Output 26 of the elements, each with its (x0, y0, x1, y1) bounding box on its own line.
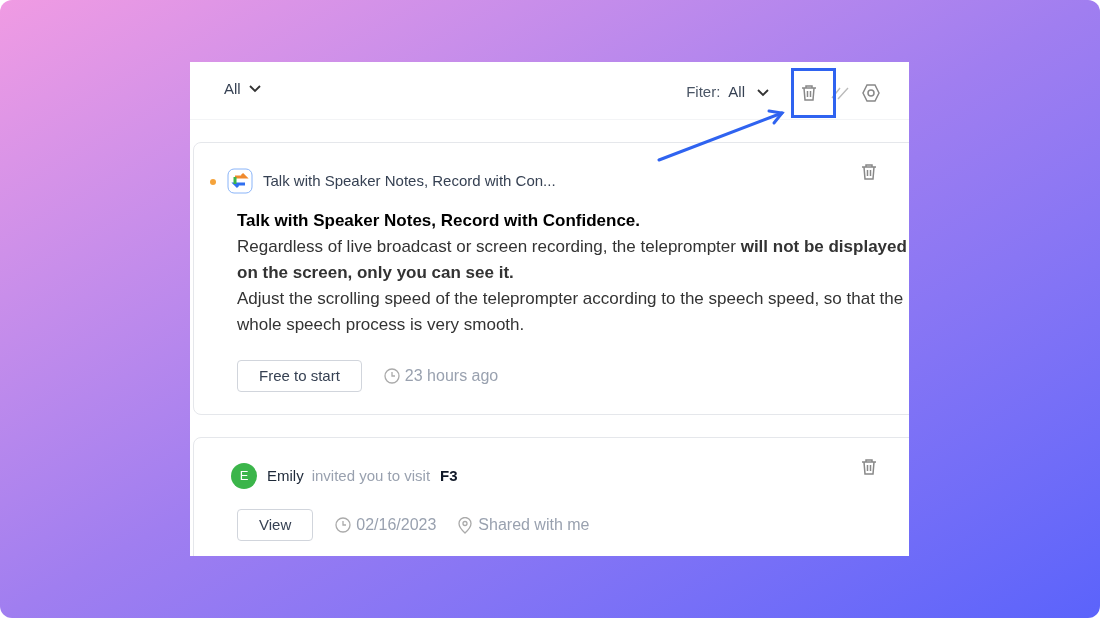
timestamp: 23 hours ago (404, 366, 499, 386)
avatar: E (231, 463, 257, 489)
trash-icon[interactable] (799, 82, 819, 103)
notification-headline: Talk with Speaker Notes, Record with Confidence. (237, 210, 642, 232)
clock-icon (335, 517, 352, 533)
notification-paragraph: Regardless of live broadcast or screen recording, the teleprompter will not be displayed on the screen, only you can see it. (237, 236, 908, 284)
view-button[interactable]: View (237, 509, 314, 541)
timestamp: 02/16/2023 (356, 515, 437, 535)
invite-message: invited you to visit (311, 465, 431, 486)
scope-dropdown[interactable]: All (224, 77, 261, 101)
location-pin-icon (458, 516, 473, 534)
chevron-down-icon (248, 85, 261, 93)
sender-name: Emily (267, 465, 304, 486)
app-logo-icon (227, 168, 253, 194)
notification-title: Talk with Speaker Notes, Record with Con... (263, 170, 556, 191)
free-to-start-button[interactable]: Free to start (237, 360, 362, 392)
notification-paragraph: Adjust the scrolling speed of the teleprompter according to the speech speed, so that the whole speech process is very smooth. (237, 288, 905, 336)
location-label: Shared with me (478, 515, 590, 535)
invite-target: F3 (440, 465, 458, 486)
settings-icon[interactable] (861, 82, 881, 103)
filter-dropdown[interactable]: Fiter: All (686, 81, 769, 104)
trash-icon[interactable] (859, 457, 879, 477)
highlight-box (791, 68, 836, 118)
clock-icon (383, 368, 400, 384)
chevron-down-icon (757, 88, 769, 97)
trash-icon[interactable] (859, 162, 879, 182)
